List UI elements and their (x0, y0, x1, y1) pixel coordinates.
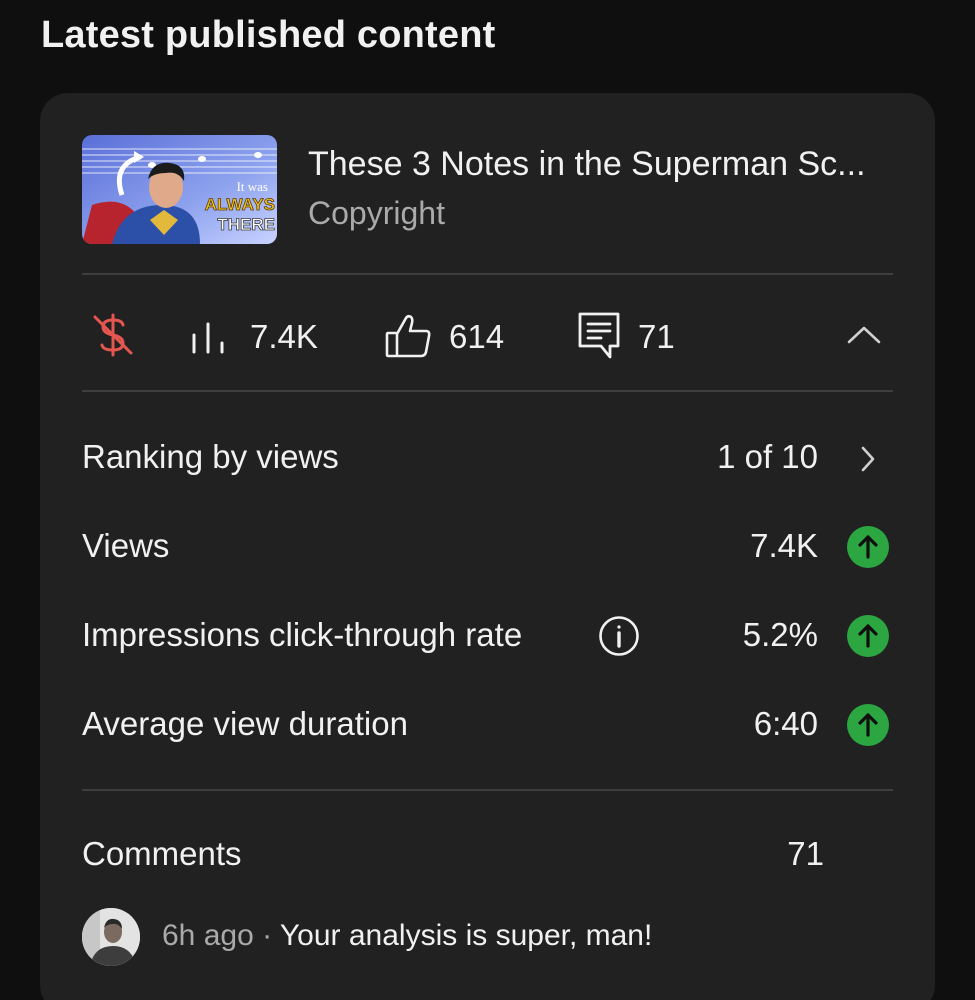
video-thumbnail[interactable]: It was ALWAYS THERE (82, 135, 277, 244)
views-count: 7.4K (250, 318, 318, 355)
likes-count: 614 (449, 318, 505, 355)
chevron-up-icon[interactable] (847, 325, 881, 350)
like-icon (384, 313, 432, 364)
arrow-up-circle-icon (847, 704, 889, 746)
comment-icon (577, 311, 621, 366)
comments-count: 71 (638, 318, 675, 355)
info-icon[interactable] (598, 615, 640, 662)
divider (82, 273, 893, 275)
metric-label: Average view duration (82, 705, 408, 742)
video-title[interactable]: These 3 Notes in the Superman Sc... (308, 145, 898, 184)
comment-separator: · (262, 919, 273, 952)
metric-value: 5.2% (742, 616, 818, 653)
metric-label: Views (82, 527, 170, 564)
section-title: Latest published content (41, 14, 496, 56)
thumbnail-text-1: It was (237, 179, 268, 194)
thumbnail-text-2: ALWAYS (205, 195, 275, 214)
metric-value: 6:40 (753, 705, 818, 742)
comment-text: Your analysis is super, man! (279, 919, 653, 952)
views-icon (190, 321, 228, 360)
latest-comment[interactable]: 6h ago · Your analysis is super, man! (162, 919, 652, 953)
metric-label: Impressions click-through rate (82, 616, 523, 653)
metric-label: Ranking by views (82, 438, 339, 475)
divider (82, 789, 893, 791)
comments-label: Comments (82, 835, 242, 872)
monetization-off-icon (90, 312, 136, 363)
comment-time: 6h ago (162, 919, 254, 952)
latest-content-card[interactable]: It was ALWAYS THERE These 3 Notes in the… (40, 93, 935, 1000)
page: Latest published content It was ALWAYS T… (0, 0, 975, 1000)
metric-value: 1 of 10 (717, 438, 818, 475)
metric-value: 7.4K (750, 527, 818, 564)
video-subtitle: Copyright (308, 195, 445, 231)
arrow-up-circle-icon (847, 615, 889, 657)
arrow-up-circle-icon (847, 526, 889, 568)
avatar[interactable] (82, 908, 140, 966)
divider (82, 390, 893, 392)
chevron-right-icon[interactable] (860, 445, 876, 478)
thumbnail-text-3: THERE (217, 215, 275, 234)
comments-total: 71 (787, 835, 824, 872)
